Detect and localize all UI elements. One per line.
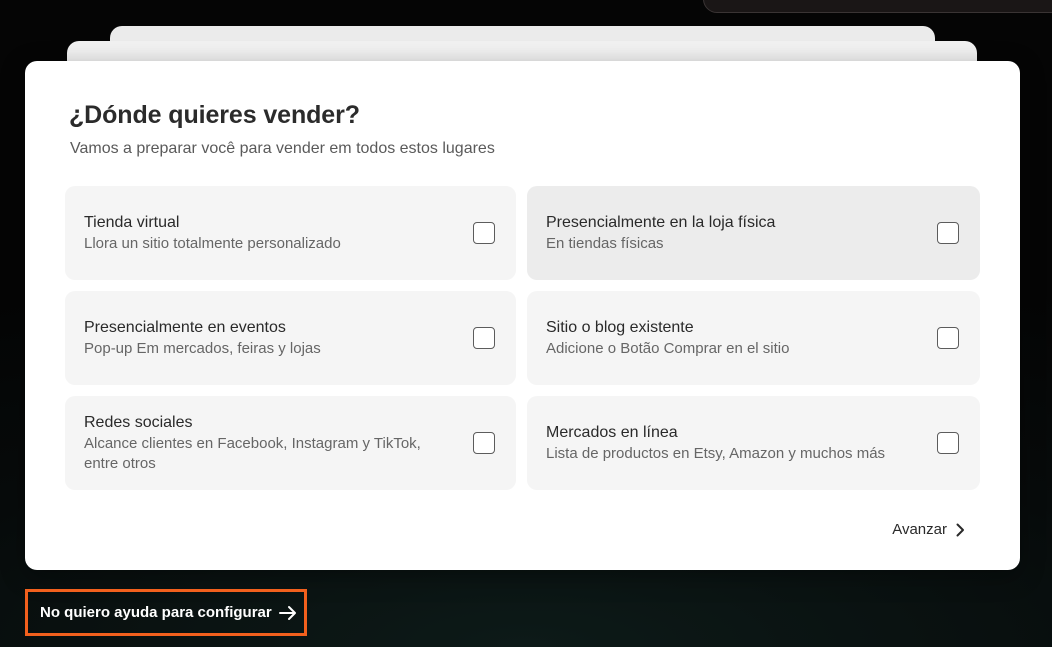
skip-setup-button[interactable]: No quiero ayuda para configurar (25, 589, 307, 636)
option-description: Llora un sitio totalmente personalizado (84, 235, 341, 252)
option-tienda-virtual[interactable]: Tienda virtual Llora un sitio totalmente… (65, 186, 516, 280)
option-title: Presencialmente en eventos (84, 319, 286, 336)
modal-title: ¿Dónde quieres vender? (69, 101, 360, 129)
option-sitio-blog[interactable]: Sitio o blog existente Adicione o Botão … (527, 291, 980, 385)
option-title: Mercados en línea (546, 424, 678, 441)
option-checkbox[interactable] (937, 222, 959, 244)
option-title: Sitio o blog existente (546, 319, 694, 336)
modal-subtitle: Vamos a preparar você para vender em tod… (70, 140, 495, 157)
option-description: En tiendas físicas (546, 235, 664, 252)
next-button[interactable]: Avanzar (892, 521, 965, 538)
option-title: Presencialmente en la loja física (546, 214, 776, 231)
option-title: Redes sociales (84, 414, 193, 431)
option-description: Pop-up Em mercados, feiras y lojas (84, 340, 321, 357)
option-title: Tienda virtual (84, 214, 180, 231)
option-eventos[interactable]: Presencialmente en eventos Pop-up Em mer… (65, 291, 516, 385)
top-right-panel (703, 0, 1052, 13)
chevron-right-icon (956, 523, 964, 536)
option-description: Alcance clientes en Facebook, Instagram … (84, 435, 421, 472)
option-checkbox[interactable] (473, 222, 495, 244)
option-description: Adicione o Botão Comprar en el sitio (546, 340, 790, 357)
option-checkbox[interactable] (937, 327, 959, 349)
arrow-right-icon (278, 605, 296, 620)
option-description: Lista de productos en Etsy, Amazon y muc… (546, 445, 886, 462)
skip-setup-label: No quiero ayuda para configurar (40, 604, 272, 621)
option-checkbox[interactable] (473, 327, 495, 349)
sales-channel-modal: ¿Dónde quieres vender? Vamos a preparar … (25, 61, 1020, 570)
option-checkbox[interactable] (937, 432, 959, 454)
option-checkbox[interactable] (473, 432, 495, 454)
next-button-label: Avanzar (892, 521, 947, 538)
option-redes-sociales[interactable]: Redes sociales Alcance clientes en Faceb… (65, 396, 516, 490)
option-mercados-en-linea[interactable]: Mercados en línea Lista de productos en … (527, 396, 980, 490)
option-loja-fisica[interactable]: Presencialmente en la loja física En tie… (527, 186, 980, 280)
